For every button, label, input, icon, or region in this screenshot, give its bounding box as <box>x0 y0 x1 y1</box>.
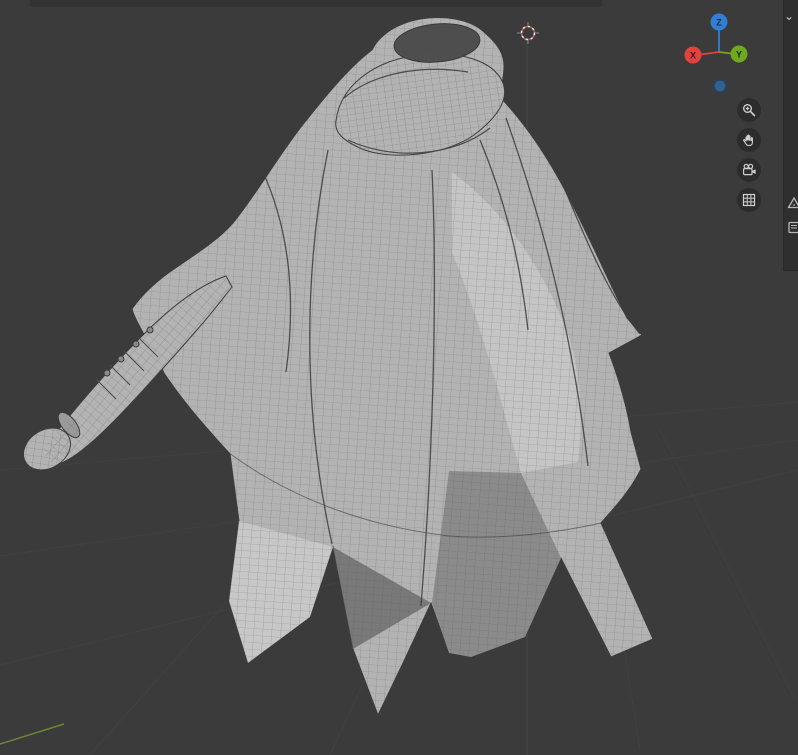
gizmo-y-label: Y <box>736 50 742 60</box>
hand-icon <box>743 134 753 147</box>
editor-top-border <box>30 0 602 7</box>
pan-view-button[interactable] <box>737 128 761 152</box>
viewport-scene <box>0 17 798 755</box>
collapse-chevron-icon[interactable]: ⌄ <box>781 8 797 24</box>
camera-icon <box>742 163 756 176</box>
gizmo-x-label: X <box>690 51 696 61</box>
gizmo-axis-neg-z-handle[interactable] <box>713 79 727 93</box>
navigation-gizmo[interactable]: Z X Y <box>684 8 756 94</box>
blender-3d-viewport[interactable]: ⌄ Z X Y <box>0 0 798 755</box>
zoom-button[interactable] <box>737 98 761 122</box>
y-axis-grid-line <box>0 723 65 745</box>
mesh-object[interactable] <box>16 17 654 717</box>
3d-cursor <box>517 22 539 44</box>
gizmo-z-label: Z <box>716 18 722 28</box>
zoom-icon <box>743 104 756 117</box>
grid-icon <box>742 193 756 207</box>
toggle-projection-button[interactable] <box>737 188 761 212</box>
panel-tab-clipboard-icon[interactable] <box>787 220 798 234</box>
panel-tab-triangle-icon[interactable] <box>787 196 798 210</box>
gizmo-axis-x-handle[interactable]: X <box>684 46 702 64</box>
camera-view-button[interactable] <box>737 158 761 182</box>
gizmo-axis-z-handle[interactable]: Z <box>710 13 728 31</box>
gizmo-axis-y-handle[interactable]: Y <box>730 45 748 63</box>
